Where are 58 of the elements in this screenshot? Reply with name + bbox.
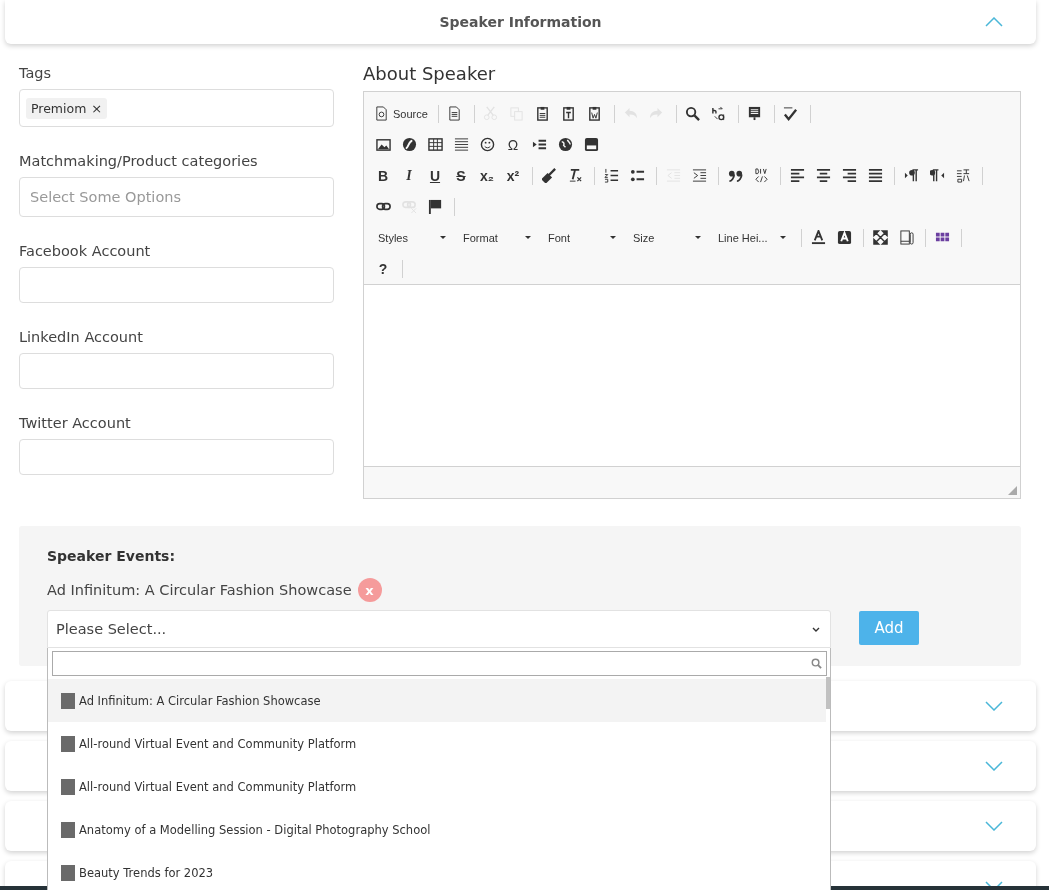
option-label: Ad Infinitum: A Circular Fashion Showcase [79,693,321,708]
event-thumbnail [61,735,75,752]
toolbar-dropdown[interactable]: Line Hei... [712,226,792,249]
section-header[interactable]: Speaker Information [5,0,1036,44]
option-label: All-round Virtual Event and Community Platform [79,736,357,751]
field-label: Tags [19,65,53,81]
field-label: Matchmaking/Product categories [19,153,259,169]
toolbar-button[interactable]: U [424,164,446,187]
speaker-events-title: Speaker Events: [47,548,177,564]
search-icon [811,658,822,669]
selected-event-name: Ad Infinitum: A Circular Fashion Showcase [47,582,352,598]
caret-icon [610,236,616,239]
tags-field[interactable]: Premiom × [19,89,334,127]
field-label: LinkedIn Account [19,329,144,345]
toolbar-dropdown[interactable]: Size [627,226,707,249]
dropdown-option[interactable]: Beauty Trends for 2023 [48,851,826,890]
option-label: All-round Virtual Event and Community Platform [79,779,357,794]
text-input[interactable] [19,439,334,475]
editor-label: About Speaker [363,63,497,85]
toolbar-dropdown[interactable]: Styles [372,226,452,249]
toolbar-button[interactable]: ? [372,257,394,280]
dropdown-option[interactable]: Anatomy of a Modelling Session - Digital Photography School [48,808,826,851]
caret-icon [525,236,531,239]
placeholder-text: Select Some Options [30,189,182,205]
text-input[interactable] [19,353,334,389]
toolbar-button[interactable]: x² [502,164,524,187]
remove-tag-button[interactable]: × [91,100,103,116]
toolbar-button[interactable]: S [450,164,472,187]
caret-icon [780,236,786,239]
toolbar-button[interactable]: Source [372,102,430,125]
resize-handle-icon[interactable] [1008,486,1017,495]
field-label: Facebook Account [19,243,152,259]
event-thumbnail [61,692,75,709]
caret-icon [695,236,701,239]
text-input[interactable] [19,267,334,303]
select-placeholder: Please Select... [56,621,167,637]
source-icon [374,106,389,121]
event-thumbnail [61,778,75,795]
toolbar-dropdown[interactable]: Font [542,226,622,249]
toolbar-dropdown[interactable]: Format [457,226,537,249]
dropdown-search-field[interactable] [52,651,827,676]
event-thumbnail [61,864,75,881]
dropdown-option[interactable]: All-round Virtual Event and Community Platform [48,722,826,765]
dropdown-option[interactable]: All-round Virtual Event and Community Platform [48,765,826,808]
toolbar-button[interactable]: B [372,164,394,187]
option-label: Anatomy of a Modelling Session - Digital Photography School [79,822,431,837]
caret-icon [440,236,446,239]
field-label: Twitter Account [19,415,132,431]
dropdown-option[interactable]: Ad Infinitum: A Circular Fashion Showcase [48,679,826,722]
tag-label: Premiom [31,100,87,116]
section-title: Speaker Information [439,14,602,30]
event-select[interactable]: Please Select... [47,610,831,648]
scrollbar-thumb[interactable] [826,677,830,709]
event-thumbnail [61,821,75,838]
toolbar-button[interactable]: Ω [502,133,524,156]
option-label: Beauty Trends for 2023 [79,865,214,880]
toolbar-button[interactable]: I [398,164,420,187]
toolbar-button[interactable]: x₂ [476,164,498,187]
